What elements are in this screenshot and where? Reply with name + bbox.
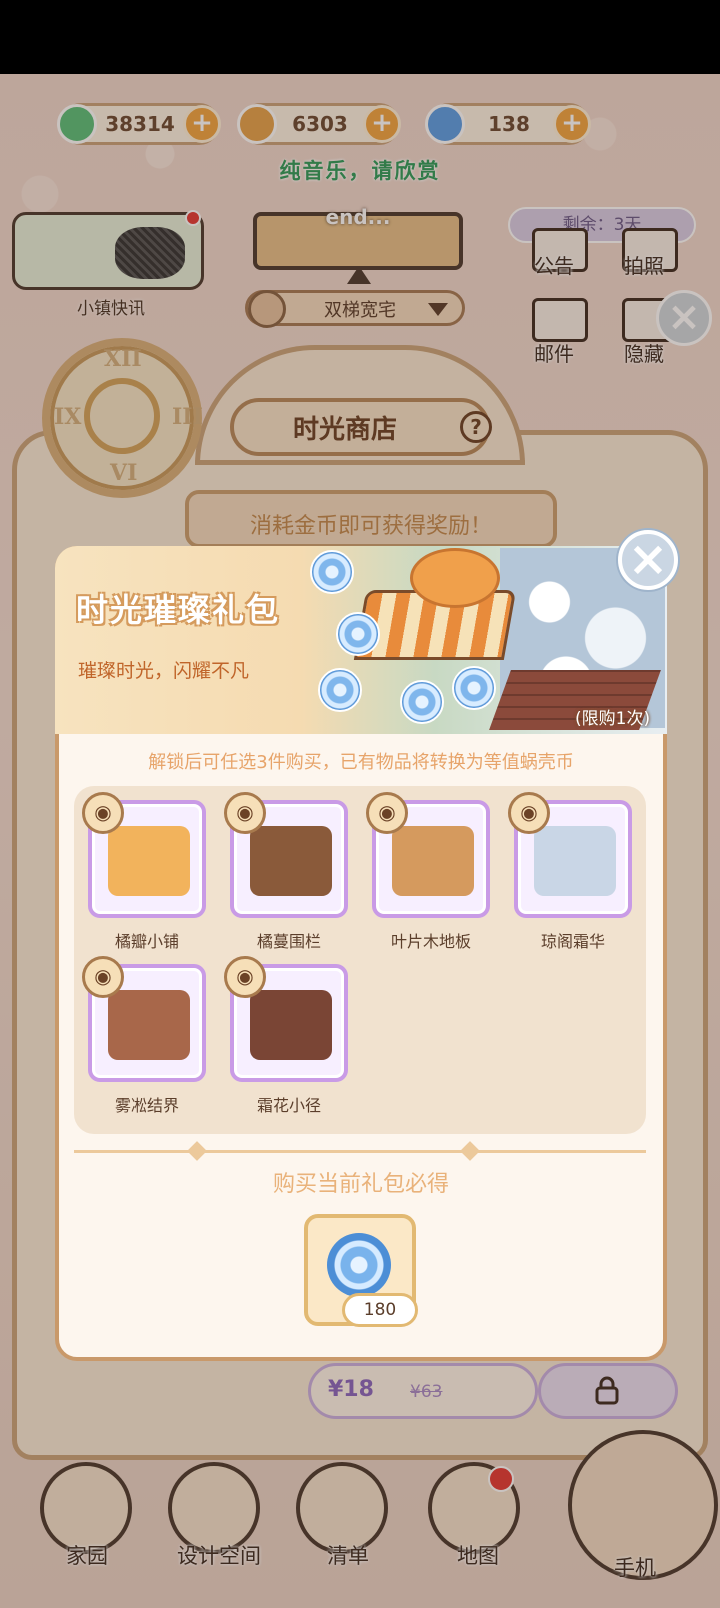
swirl-cloud-icon xyxy=(310,550,354,594)
unlock-info: 解锁后可任选3件购买，已有物品将转换为等值蜗壳币 xyxy=(148,752,574,773)
gift-pack-title: 时光璀璨礼包 xyxy=(76,591,281,629)
item-label: 橘瓣小铺 xyxy=(114,932,179,951)
item-card[interactable]: ◉ xyxy=(82,792,206,918)
reward-count: 180 xyxy=(342,1293,418,1327)
eye-icon[interactable]: ◉ xyxy=(366,792,408,834)
close-dialog-button[interactable]: × xyxy=(618,530,678,590)
eye-icon[interactable]: ◉ xyxy=(82,956,124,998)
item-card[interactable]: ◉ xyxy=(82,956,206,1082)
swirl-cloud-icon xyxy=(318,668,362,712)
swirl-cloud-icon xyxy=(400,680,444,724)
item-card[interactable]: ◉ xyxy=(224,792,348,918)
item-card[interactable]: ◉ xyxy=(508,792,632,918)
eye-icon[interactable]: ◉ xyxy=(224,956,266,998)
eye-icon[interactable]: ◉ xyxy=(82,792,124,834)
item-label: 叶片木地板 xyxy=(390,932,471,951)
status-bar xyxy=(0,0,720,74)
swirl-cloud-icon xyxy=(336,612,380,656)
gift-pack-subtitle: 璀璨时光，闪耀不凡 xyxy=(78,660,250,682)
item-card[interactable]: ◉ xyxy=(366,792,490,918)
item-label: 雾凇结界 xyxy=(114,1096,179,1115)
item-card[interactable]: ◉ xyxy=(224,956,348,1082)
guaranteed-reward-label: 购买当前礼包必得 xyxy=(272,1172,449,1197)
eye-icon[interactable]: ◉ xyxy=(508,792,550,834)
swirl-coin-icon xyxy=(327,1233,391,1297)
purchase-limit-tag: (限购1次) xyxy=(575,709,651,729)
frost-tree-icon xyxy=(534,826,616,896)
pumpkin-art xyxy=(410,548,500,608)
eye-icon[interactable]: ◉ xyxy=(224,792,266,834)
shop-stall-icon xyxy=(108,826,190,896)
divider xyxy=(74,1150,646,1153)
item-label: 琼阁霜华 xyxy=(540,932,605,951)
swirl-cloud-icon xyxy=(452,666,496,710)
wood-floor-icon xyxy=(392,826,474,896)
rime-fence-icon xyxy=(108,990,190,1060)
item-label: 霜花小径 xyxy=(256,1096,321,1115)
item-label: 橘蔓围栏 xyxy=(256,932,321,951)
vine-fence-icon xyxy=(250,826,332,896)
frost-path-icon xyxy=(250,990,332,1060)
